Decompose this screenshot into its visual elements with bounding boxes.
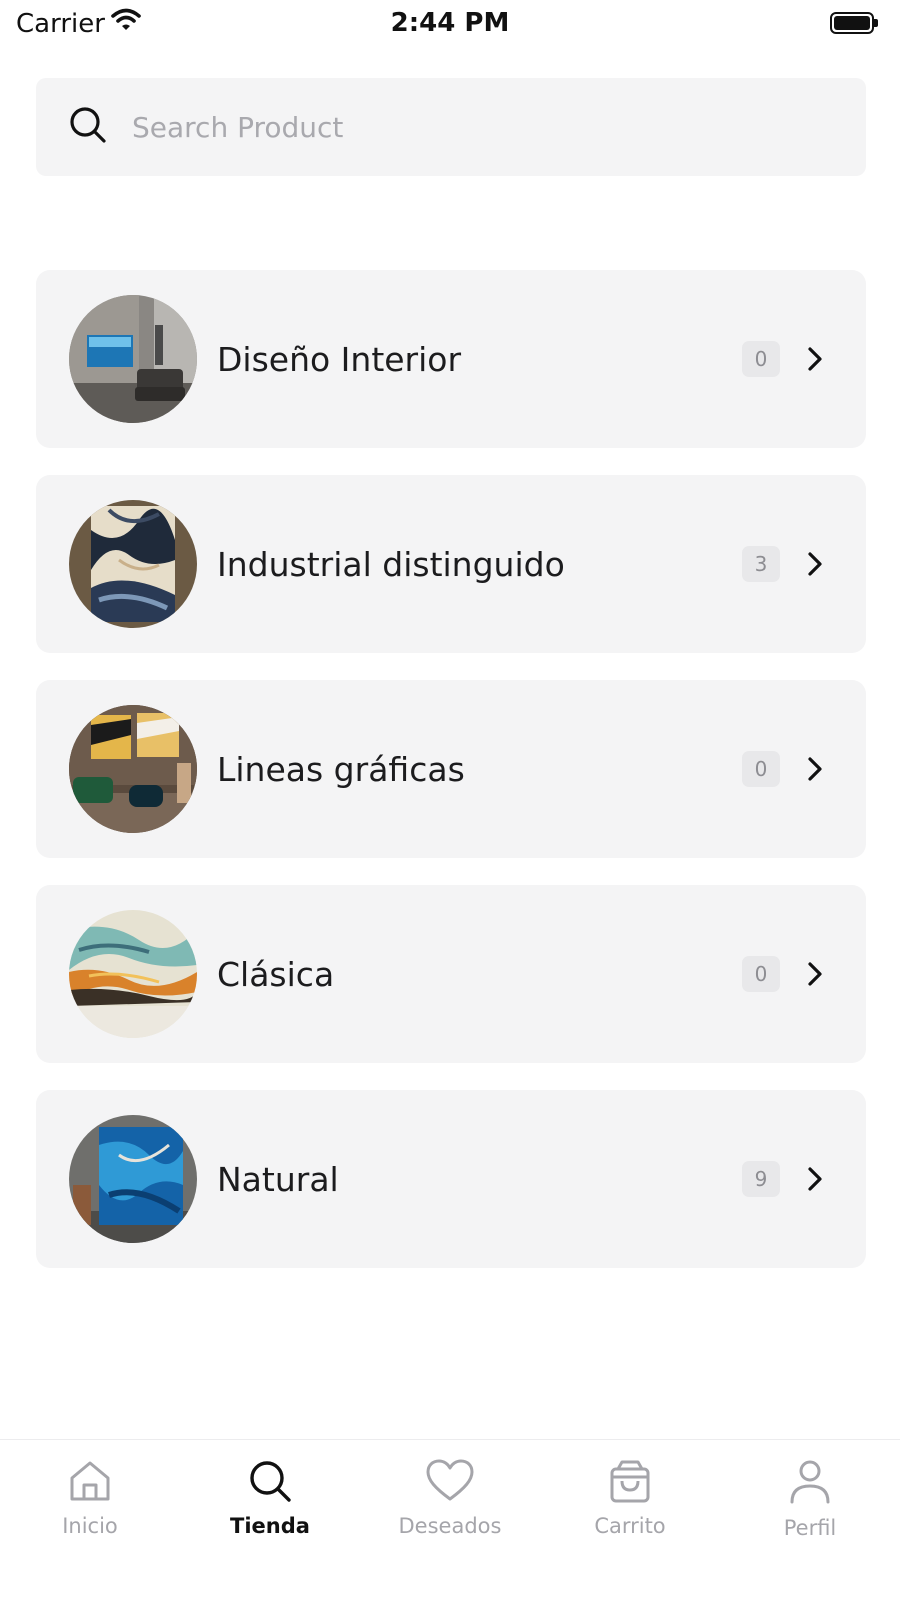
tab-label: Inicio bbox=[62, 1514, 118, 1538]
category-count-badge: 9 bbox=[742, 1161, 780, 1197]
tab-tienda[interactable]: Tienda bbox=[180, 1440, 360, 1598]
search-icon bbox=[247, 1458, 293, 1504]
battery-icon bbox=[830, 12, 878, 34]
category-thumbnail bbox=[69, 1115, 197, 1243]
search-input[interactable] bbox=[130, 96, 794, 158]
tab-perfil[interactable]: Perfil bbox=[720, 1440, 900, 1598]
category-count-badge: 3 bbox=[742, 546, 780, 582]
chevron-right-icon bbox=[806, 345, 824, 373]
home-icon bbox=[67, 1458, 113, 1504]
tab-label: Tienda bbox=[230, 1514, 310, 1538]
category-list: Diseño Interior 0 Industrial distinguido… bbox=[36, 270, 866, 1295]
heart-icon bbox=[425, 1458, 475, 1504]
chevron-right-icon bbox=[806, 755, 824, 783]
category-card-industrial-distinguido[interactable]: Industrial distinguido 3 bbox=[36, 475, 866, 653]
tab-bar: Inicio Tienda Deseados Carrito Perfil bbox=[0, 1439, 900, 1598]
chevron-right-icon bbox=[806, 550, 824, 578]
search-icon bbox=[68, 105, 108, 149]
category-count-badge: 0 bbox=[742, 341, 780, 377]
category-label: Natural bbox=[217, 1159, 339, 1199]
bag-icon bbox=[607, 1458, 653, 1504]
category-count-badge: 0 bbox=[742, 751, 780, 787]
tab-deseados[interactable]: Deseados bbox=[360, 1440, 540, 1598]
status-bar: Carrier 2:44 PM bbox=[0, 0, 900, 48]
tab-carrito[interactable]: Carrito bbox=[540, 1440, 720, 1598]
status-time: 2:44 PM bbox=[390, 8, 510, 38]
category-label: Clásica bbox=[217, 954, 335, 994]
category-thumbnail bbox=[69, 295, 197, 423]
category-card-natural[interactable]: Natural 9 bbox=[36, 1090, 866, 1268]
tab-inicio[interactable]: Inicio bbox=[0, 1440, 180, 1598]
category-card-diseno-interior[interactable]: Diseño Interior 0 bbox=[36, 270, 866, 448]
category-thumbnail bbox=[69, 910, 197, 1038]
category-count-badge: 0 bbox=[742, 956, 780, 992]
search-bar[interactable] bbox=[36, 78, 866, 176]
category-thumbnail bbox=[69, 500, 197, 628]
category-card-clasica[interactable]: Clásica 0 bbox=[36, 885, 866, 1063]
category-label: Industrial distinguido bbox=[217, 544, 565, 584]
chevron-right-icon bbox=[806, 960, 824, 988]
tab-label: Carrito bbox=[594, 1514, 666, 1538]
category-label: Diseño Interior bbox=[217, 339, 462, 379]
category-label: Lineas gráficas bbox=[217, 749, 465, 789]
category-card-lineas-graficas[interactable]: Lineas gráficas 0 bbox=[36, 680, 866, 858]
tab-label: Perfil bbox=[783, 1516, 837, 1540]
category-thumbnail bbox=[69, 705, 197, 833]
tab-label: Deseados bbox=[398, 1514, 502, 1538]
user-icon bbox=[787, 1458, 833, 1506]
chevron-right-icon bbox=[806, 1165, 824, 1193]
